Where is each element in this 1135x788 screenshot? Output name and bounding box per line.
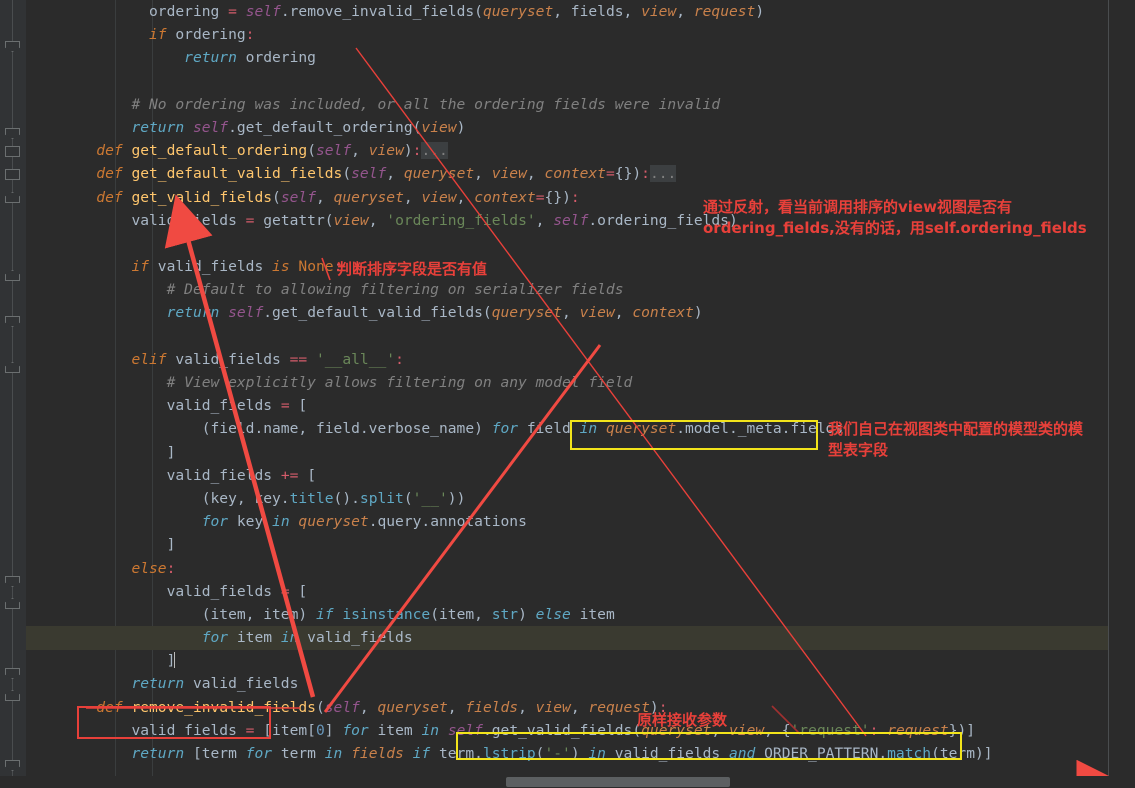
code-fold-collapse-icon[interactable] — [5, 41, 20, 52]
code-fold-collapse-icon[interactable] — [5, 316, 20, 327]
code-line: for key in queryset.query.annotations — [201, 513, 527, 531]
code-line: if ordering: — [149, 26, 255, 44]
code-line: def get_valid_fields(self, queryset, vie… — [96, 188, 580, 206]
code-fold-collapse-icon[interactable] — [5, 576, 20, 587]
code-line: ] — [166, 536, 176, 554]
code-fold-expand-icon[interactable] — [5, 690, 20, 701]
editor-gutter[interactable] — [0, 0, 26, 788]
code-line: def get_default_valid_fields(self, query… — [96, 165, 677, 183]
code-line: (field.name, field.verbose_name) for fie… — [201, 420, 844, 438]
code-line: def get_default_ordering(self, view):... — [96, 142, 448, 160]
code-line: else: — [131, 559, 176, 577]
code-line: for item in valid_fields — [201, 629, 413, 647]
code-editor-pane[interactable]: ordering = self.remove_invalid_fields(qu… — [0, 0, 1135, 788]
code-fold-expand-icon[interactable] — [5, 169, 20, 180]
code-line: valid_fields = getattr(view, 'ordering_f… — [131, 211, 738, 229]
code-line: ordering = self.remove_invalid_fields(qu… — [149, 3, 765, 20]
code-fold-expand-icon[interactable] — [5, 362, 20, 373]
code-fold-expand-icon[interactable] — [5, 192, 20, 203]
code-line: if valid_fields is None: — [131, 258, 343, 276]
code-line: return valid_fields — [131, 675, 299, 693]
code-fold-collapse-icon[interactable] — [5, 128, 20, 139]
code-line: elif valid_fields == '__all__': — [131, 350, 404, 368]
code-line: valid_fields += [ — [166, 466, 316, 484]
code-fold-expand-icon[interactable] — [5, 270, 20, 281]
code-line: # View explicitly allows filtering on an… — [166, 374, 633, 391]
source-code-text[interactable]: ordering = self.remove_invalid_fields(qu… — [26, 0, 1135, 788]
code-line: ] — [166, 652, 176, 670]
code-line: return [term for term in fields if term.… — [131, 745, 993, 762]
code-fold-collapse-icon[interactable] — [5, 760, 20, 771]
code-line: (key, key.title().split('__')) — [201, 489, 466, 507]
code-line: valid_fields = [ — [166, 582, 308, 600]
code-line: (item, item) if isinstance(item, str) el… — [201, 605, 615, 623]
code-line: # No ordering was included, or all the o… — [131, 95, 721, 113]
horizontal-scrollbar-track[interactable] — [0, 776, 1135, 788]
code-fold-collapse-icon[interactable] — [5, 668, 20, 679]
horizontal-scrollbar-thumb[interactable] — [506, 777, 730, 787]
code-line: valid_fields = [ — [166, 397, 308, 415]
code-fold-expand-icon[interactable] — [5, 146, 20, 157]
code-line: valid_fields = [item[0] for item in self… — [131, 721, 976, 739]
code-line: # Default to allowing filtering on seria… — [166, 281, 624, 299]
code-line: return ordering — [184, 49, 316, 67]
code-line: return self.get_default_ordering(view) — [131, 118, 466, 136]
code-line: return self.get_default_valid_fields(que… — [166, 304, 703, 322]
code-line: ] — [166, 443, 176, 461]
code-fold-expand-icon[interactable] — [5, 598, 20, 609]
code-line: def remove_invalid_fields(self, queryset… — [96, 698, 668, 716]
